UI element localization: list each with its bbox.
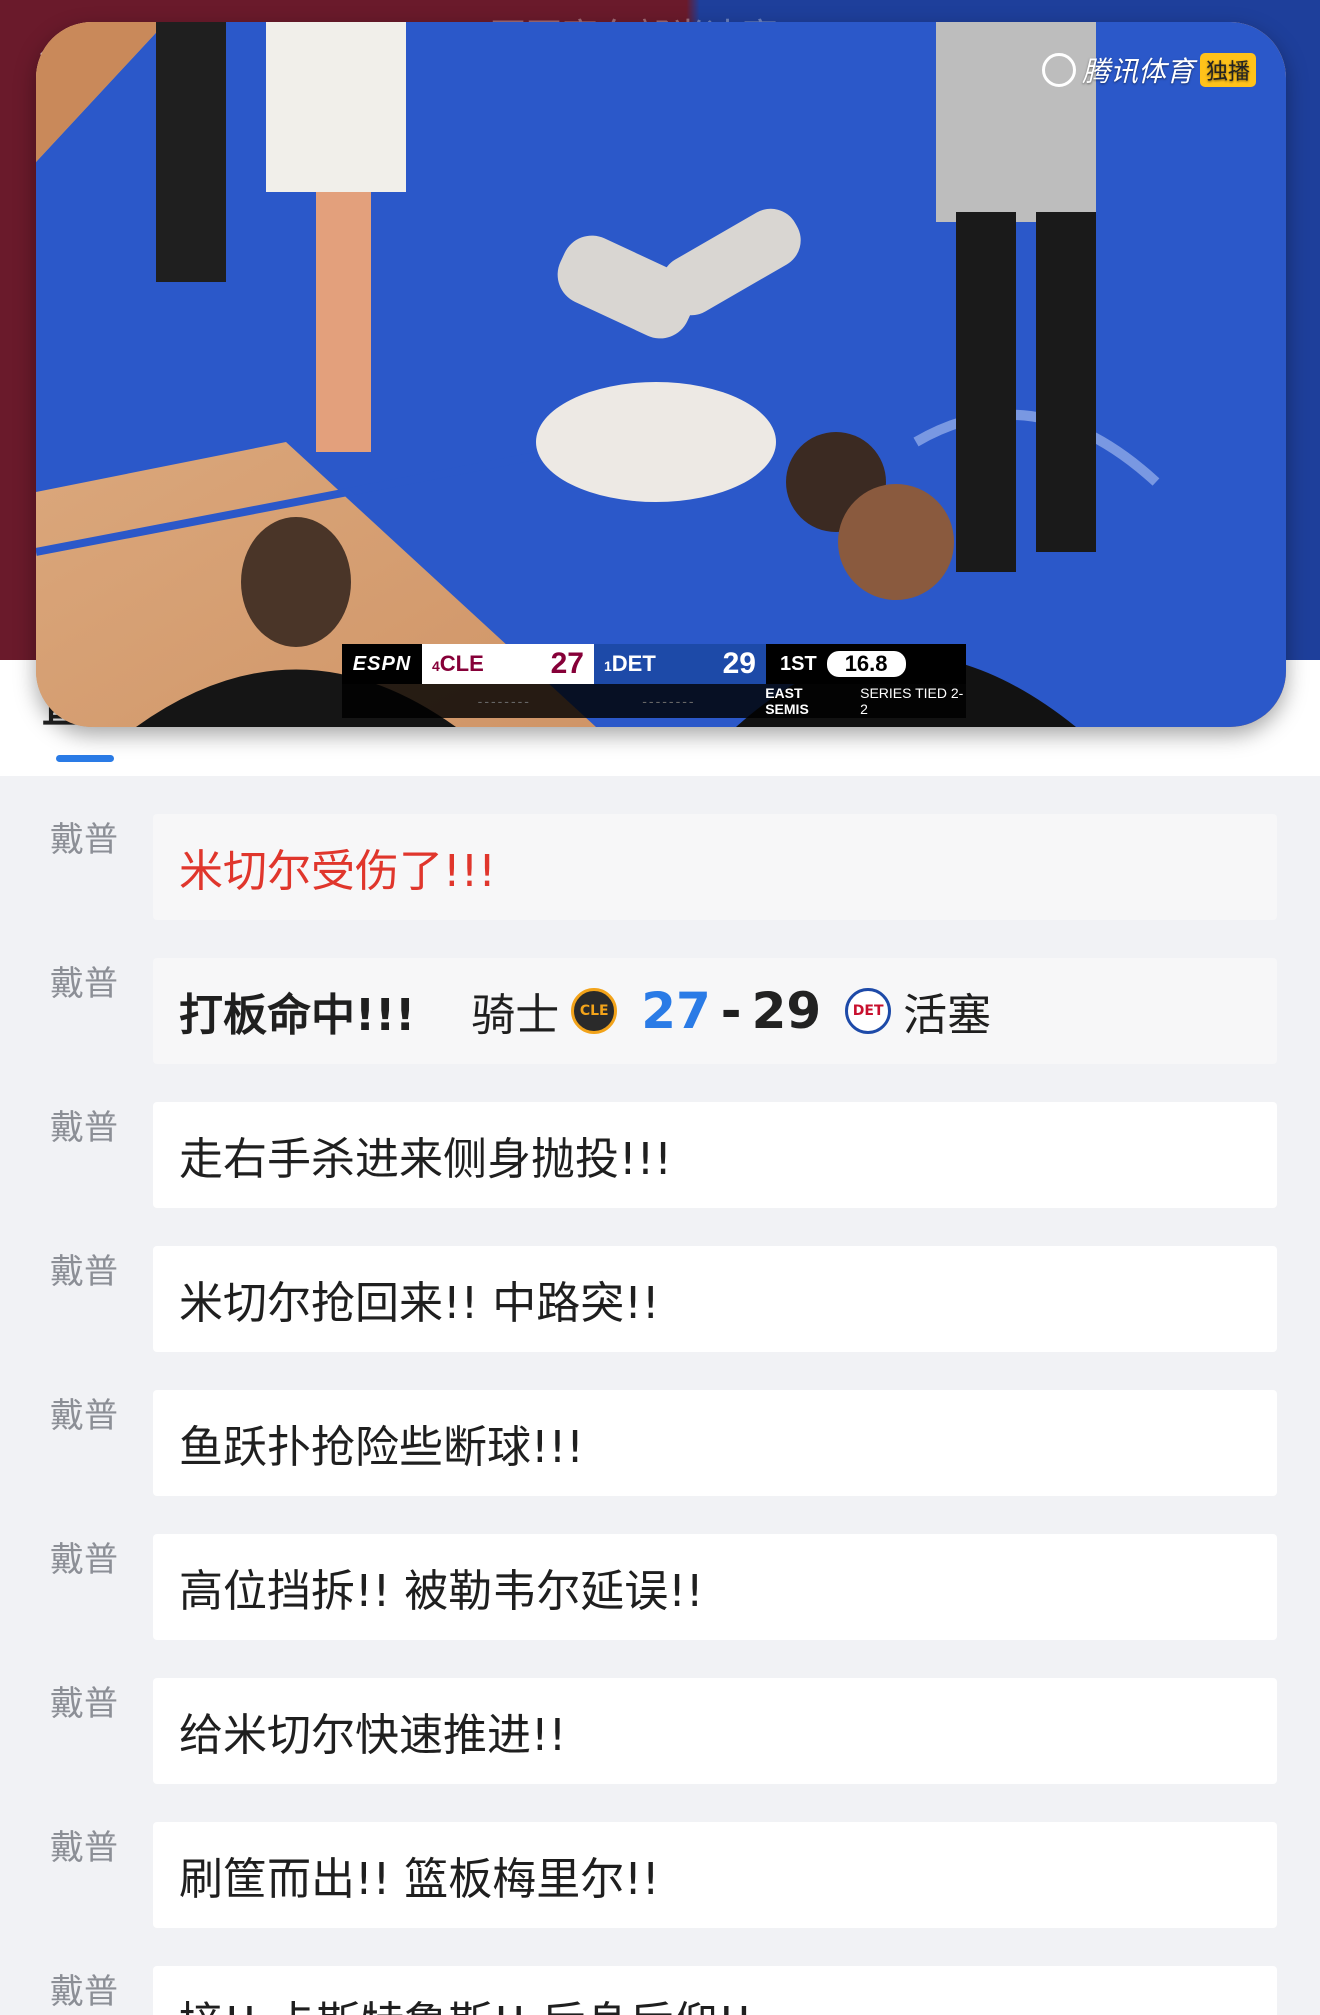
list-item: 戴普 鱼跃扑抢险些断球!!! [0,1352,1320,1496]
scoreboard: ESPN 4CLE 27 1DET 29 1ST 16.8 [342,644,966,684]
list-item: 戴普 给米切尔快速推进!! [0,1640,1320,1784]
score-line: 骑士 CLE 27 - 29 DET 活塞 [415,979,991,1043]
away-seed: 4 [432,658,440,674]
feed-author: 戴普 [50,1684,118,1724]
series-status: SERIES TIED 2-2 [860,685,964,717]
feed-message: 米切尔抢回来!! 中路突!! [153,1246,1277,1352]
home-score: 29 [751,982,822,1040]
scoreboard-subline: -------- -------- EAST SEMIS SERIES TIED… [342,684,966,718]
period: 1ST [780,652,817,675]
list-item: 戴普 走右手杀进来侧身抛投!!! [0,1064,1320,1208]
scoreboard-home: 1DET 29 [594,644,766,684]
feed-message-score: 打板命中!!! 骑士 CLE 27 - 29 DET 活塞 [153,958,1277,1064]
list-item: 戴普 米切尔受伤了!!! [0,776,1320,920]
scoreboard-away: 4CLE 27 [422,644,594,684]
network-logo: ESPN [352,652,412,675]
home-abbr: DET [611,651,656,676]
away-fouls: -------- [477,693,531,709]
list-item: 戴普 打板命中!!! 骑士 CLE 27 - 29 DET 活塞 [0,920,1320,1064]
series-round: EAST SEMIS [765,685,809,717]
feed-author: 戴普 [50,1828,118,1868]
feed-author: 戴普 [50,964,118,1004]
feed-message: 走右手杀进来侧身抛投!!! [153,1102,1277,1208]
cavaliers-logo-icon: CLE [571,988,618,1034]
list-item: 戴普 接!! 卡斯特鲁斯!! 后身后仰!! [0,1928,1320,2015]
feed-message: 给米切尔快速推进!! [153,1678,1277,1784]
list-item: 戴普 刷筐而出!! 篮板梅里尔!! [0,1784,1320,1928]
list-item: 戴普 高位挡拆!! 被勒韦尔延误!! [0,1496,1320,1640]
feed-message: 鱼跃扑抢险些断球!!! [153,1390,1277,1496]
pistons-logo-icon: DET [845,988,892,1034]
feed-author: 戴普 [50,1972,118,2012]
live-feed: 戴普 米切尔受伤了!!! 戴普 打板命中!!! 骑士 CLE 27 - 29 D… [0,776,1320,2015]
game-clock: 1ST 16.8 [766,651,966,677]
feed-message: 米切尔受伤了!!! [153,814,1277,920]
video-player[interactable]: 腾讯体育 独播 [36,22,1286,727]
feed-author: 戴普 [50,1108,118,1148]
home-seed: 1 [604,658,612,674]
away-team-name: 骑士 [471,990,560,1041]
video-frame [36,22,1286,727]
feed-message-text: 打板命中!!! [179,990,416,1041]
feed-author: 戴普 [50,1252,118,1292]
feed-author: 戴普 [50,1396,118,1436]
feed-message: 高位挡拆!! 被勒韦尔延误!! [153,1534,1277,1640]
away-abbr: CLE [439,651,484,676]
feed-message: 接!! 卡斯特鲁斯!! 后身后仰!! [153,1966,1277,2015]
feed-author: 戴普 [50,1540,118,1580]
home-fouls: -------- [642,693,696,709]
score-separator: - [720,982,742,1040]
home-team-name: 活塞 [903,990,992,1041]
list-item: 戴普 米切尔抢回来!! 中路突!! [0,1208,1320,1352]
away-points: 27 [550,647,584,680]
home-points: 29 [722,647,756,680]
exclusive-badge: 独播 [1199,53,1256,87]
tencent-sports-logo-icon [1041,53,1076,87]
feed-author: 戴普 [50,820,118,860]
feed-message: 刷筐而出!! 篮板梅里尔!! [153,1822,1277,1928]
broadcaster-watermark: 腾讯体育 独播 [1041,50,1256,90]
clock-time: 16.8 [826,651,906,677]
away-score: 27 [641,982,711,1040]
watermark-text: 腾讯体育 [1081,55,1194,88]
